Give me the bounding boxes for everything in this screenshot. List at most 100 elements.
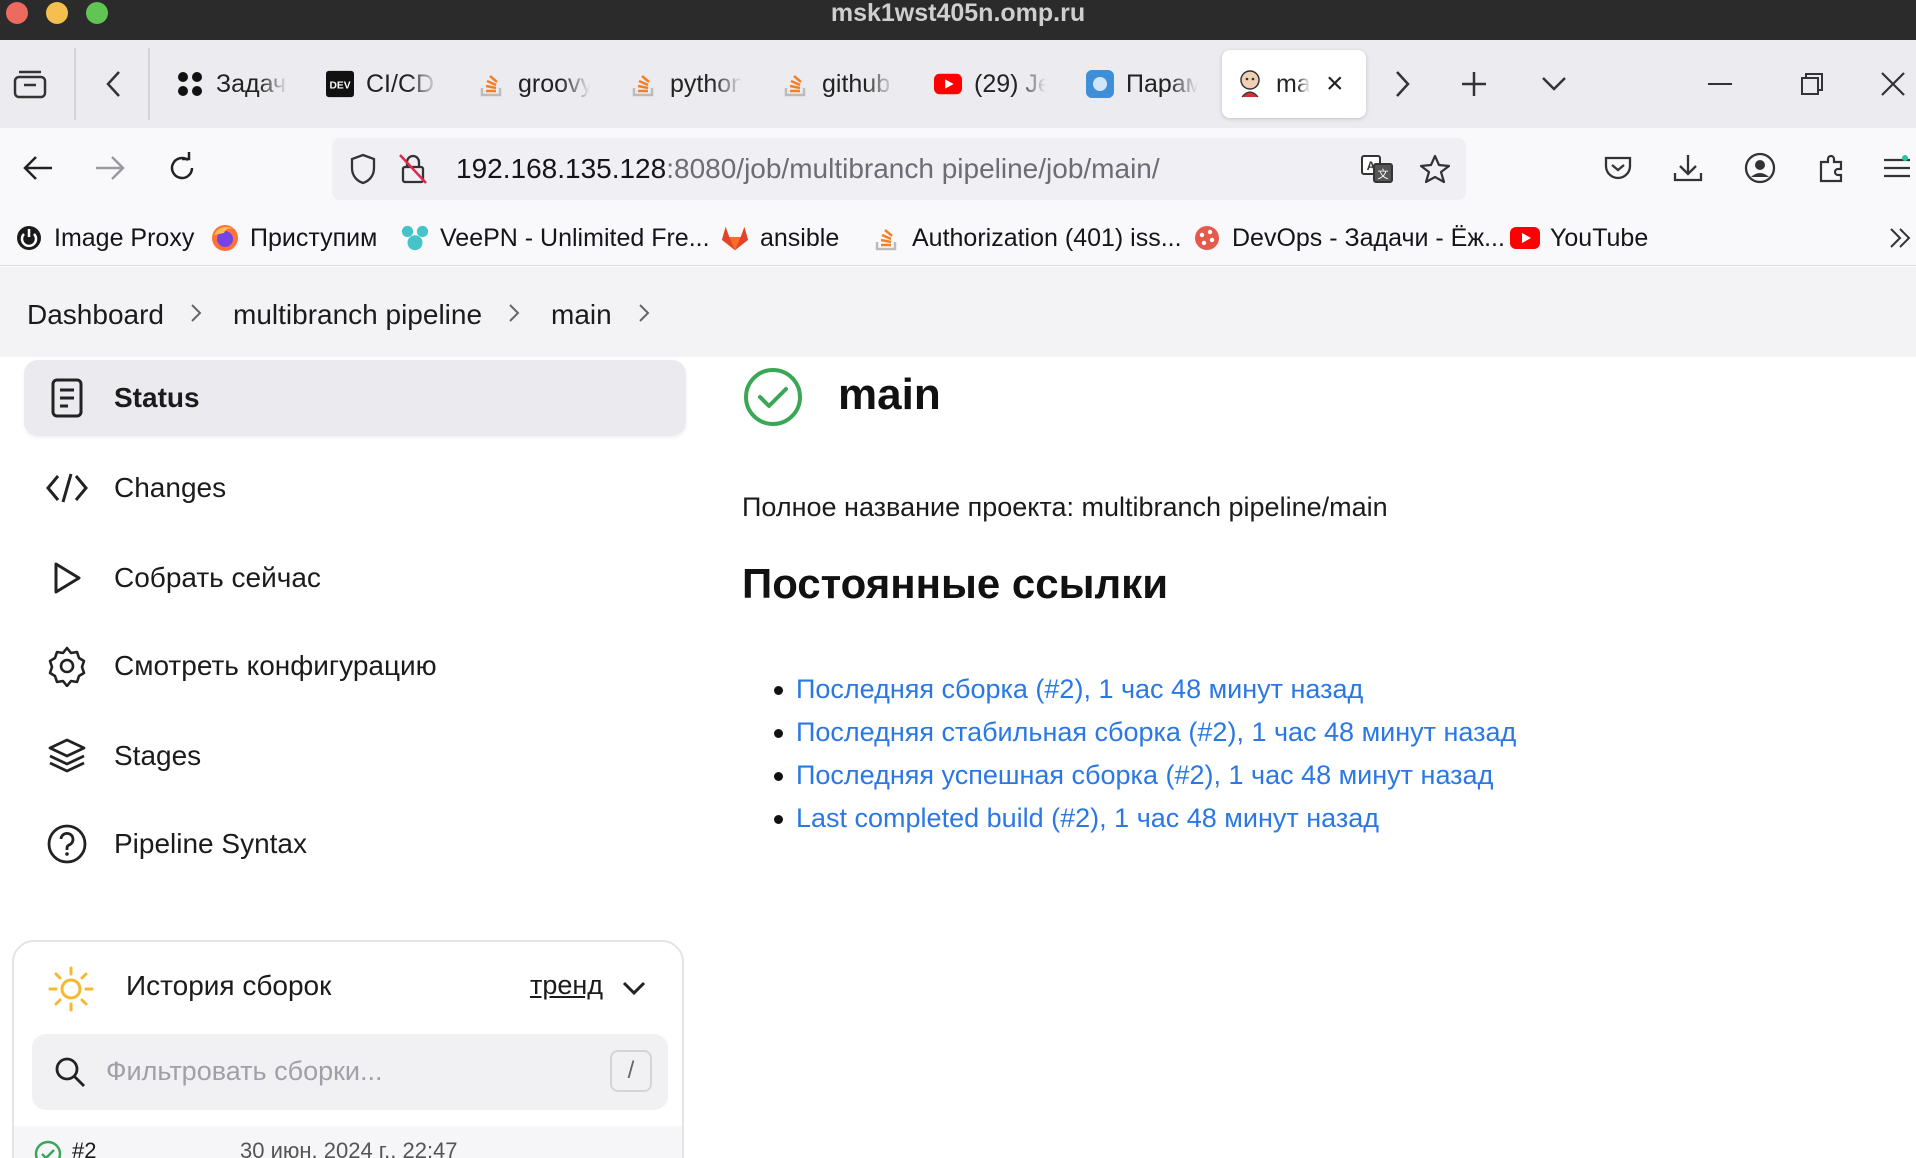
side-nav-build-now[interactable]: Собрать сейчас bbox=[24, 540, 686, 616]
insecure-lock-icon[interactable] bbox=[396, 152, 430, 186]
trend-link[interactable]: тренд bbox=[530, 970, 603, 1001]
last-completed-build-link[interactable]: Last completed build (#2), 1 час 48 мину… bbox=[796, 803, 1379, 833]
chevron-left-icon bbox=[106, 71, 120, 97]
hamburger-menu-icon bbox=[1884, 155, 1910, 178]
side-nav-changes[interactable]: Changes bbox=[24, 450, 686, 526]
account-button[interactable] bbox=[1736, 144, 1784, 192]
keyboard-shortcut-hint: / bbox=[610, 1050, 652, 1092]
close-icon bbox=[1881, 72, 1905, 96]
tab-label: Задачи bbox=[216, 69, 288, 98]
scroll-tabs-left-button[interactable] bbox=[90, 60, 138, 108]
success-check-icon bbox=[34, 1140, 62, 1158]
address-bar[interactable]: 192.168.135.128:8080/job/multibranch pip… bbox=[332, 138, 1466, 200]
layers-icon bbox=[44, 733, 90, 779]
tab-label: github bbox=[822, 69, 891, 98]
bookmark-authorization[interactable]: Authorization (401) iss... bbox=[872, 220, 1182, 256]
tab-label: CI/CD bbox=[366, 69, 435, 98]
bookmark-label: YouTube bbox=[1550, 223, 1649, 252]
side-nav-label: Pipeline Syntax bbox=[114, 828, 308, 859]
tab-divider bbox=[74, 48, 76, 120]
build-date: 30 июн. 2024 г., 22:47 bbox=[240, 1138, 458, 1158]
star-icon[interactable] bbox=[1418, 152, 1452, 186]
downloads-button[interactable] bbox=[1664, 144, 1712, 192]
close-tab-icon[interactable]: × bbox=[1326, 69, 1344, 99]
build-row[interactable]: #2 30 июн. 2024 г., 22:47 bbox=[14, 1126, 682, 1158]
stackoverflow-icon bbox=[630, 70, 658, 98]
last-build-link[interactable]: Последняя сборка (#2), 1 час 48 минут на… bbox=[796, 674, 1363, 704]
breadcrumb-multibranch-pipeline[interactable]: multibranch pipeline bbox=[233, 267, 482, 363]
svg-text:DEV: DEV bbox=[329, 81, 350, 92]
close-button[interactable] bbox=[1880, 60, 1916, 108]
extensions-button[interactable] bbox=[1808, 144, 1856, 192]
side-nav-configuration[interactable]: Смотреть конфигурацию bbox=[24, 628, 686, 704]
breadcrumb-dashboard[interactable]: Dashboard bbox=[27, 267, 164, 363]
build-number[interactable]: #2 bbox=[72, 1138, 96, 1158]
stackoverflow-icon bbox=[782, 70, 810, 98]
new-tab-button[interactable] bbox=[1450, 60, 1498, 108]
tab-divider bbox=[148, 48, 150, 120]
last-successful-build-link[interactable]: Последняя успешная сборка (#2), 1 час 48… bbox=[796, 760, 1493, 790]
gear-icon bbox=[44, 643, 90, 689]
url-path: :8080/job/multibranch pipeline/job/main/ bbox=[666, 153, 1160, 184]
side-nav-status[interactable]: Status bbox=[24, 360, 686, 436]
shield-icon[interactable] bbox=[346, 152, 380, 186]
bookmark-devops[interactable]: DevOps - Задачи - Ёж... bbox=[1192, 220, 1505, 256]
side-nav-label: Changes bbox=[114, 472, 227, 503]
tab-label: (29) Je bbox=[974, 69, 1046, 98]
svg-text:文: 文 bbox=[1378, 167, 1389, 181]
bookmark-ansible[interactable]: ansible bbox=[720, 220, 839, 256]
list-all-tabs-button[interactable] bbox=[1530, 60, 1578, 108]
pocket-button[interactable] bbox=[1594, 144, 1642, 192]
list-item: Last completed build (#2), 1 час 48 мину… bbox=[773, 797, 1516, 840]
last-stable-build-link[interactable]: Последняя стабильная сборка (#2), 1 час … bbox=[796, 717, 1516, 747]
back-button[interactable] bbox=[14, 144, 62, 192]
filter-builds-input[interactable]: Фильтровать сборки... / bbox=[32, 1034, 668, 1110]
tab-github[interactable]: github bbox=[768, 50, 908, 118]
code-icon bbox=[44, 465, 90, 511]
translate-icon[interactable]: A文 bbox=[1360, 152, 1394, 186]
plus-icon bbox=[1462, 72, 1486, 96]
side-nav-pipeline-syntax[interactable]: Pipeline Syntax bbox=[24, 806, 686, 882]
tab-strip: Задачи DEV CI/CD groovy python github (2… bbox=[0, 40, 1916, 128]
jenkins-icon bbox=[1236, 70, 1264, 98]
tab-params[interactable]: Парам bbox=[1072, 50, 1212, 118]
bookmark-veepn[interactable]: VeePN - Unlimited Fre... bbox=[400, 220, 710, 256]
bookmarks-toolbar: Image Proxy Приступим VeePN - Unlimited … bbox=[0, 210, 1916, 266]
bookmark-pristupim[interactable]: Приступим bbox=[210, 220, 377, 256]
side-nav-stages[interactable]: Stages bbox=[24, 718, 686, 794]
puzzle-piece-icon bbox=[1819, 154, 1843, 183]
tab-groovy[interactable]: groovy bbox=[464, 50, 604, 118]
scroll-tabs-right-button[interactable] bbox=[1378, 60, 1426, 108]
chevron-right-icon[interactable] bbox=[634, 303, 654, 323]
minimize-button[interactable] bbox=[1696, 60, 1744, 108]
tab-zadachi[interactable]: Задачи bbox=[162, 50, 302, 118]
dev-icon: DEV bbox=[326, 70, 354, 98]
side-nav-label: Status bbox=[114, 382, 200, 413]
tab-label: groovy bbox=[518, 69, 590, 98]
full-project-name: Полное название проекта: multibranch pip… bbox=[742, 492, 1388, 522]
tab-main-active[interactable]: main × bbox=[1222, 50, 1366, 118]
restore-icon bbox=[1801, 73, 1823, 95]
forward-button[interactable] bbox=[86, 144, 134, 192]
list-item: Последняя сборка (#2), 1 час 48 минут на… bbox=[773, 668, 1516, 711]
app-icon bbox=[1086, 70, 1114, 98]
minimize-icon bbox=[1708, 83, 1732, 85]
stackoverflow-icon bbox=[478, 70, 506, 98]
tab-python[interactable]: python bbox=[616, 50, 756, 118]
tab-youtube[interactable]: (29) Je bbox=[920, 50, 1060, 118]
chevron-down-icon[interactable] bbox=[622, 980, 646, 996]
more-bookmarks-button[interactable] bbox=[1888, 220, 1912, 256]
navigation-toolbar: 192.168.135.128:8080/job/multibranch pip… bbox=[0, 128, 1916, 210]
reload-button[interactable] bbox=[158, 144, 206, 192]
side-nav-label: Собрать сейчас bbox=[114, 562, 321, 593]
breadcrumb: Dashboard multibranch pipeline main bbox=[0, 267, 1916, 357]
restore-button[interactable] bbox=[1788, 60, 1836, 108]
bookmark-youtube[interactable]: YouTube bbox=[1510, 220, 1648, 256]
breadcrumb-main[interactable]: main bbox=[551, 267, 612, 363]
tab-overview-button[interactable] bbox=[6, 60, 54, 108]
bookmark-image-proxy[interactable]: Image Proxy bbox=[14, 220, 194, 256]
url-text[interactable]: 192.168.135.128:8080/job/multibranch pip… bbox=[456, 138, 1160, 200]
tab-cicd[interactable]: DEV CI/CD bbox=[312, 50, 452, 118]
window-titlebar: msk1wst405n.omp.ru bbox=[0, 0, 1916, 40]
menu-button[interactable] bbox=[1880, 144, 1916, 192]
